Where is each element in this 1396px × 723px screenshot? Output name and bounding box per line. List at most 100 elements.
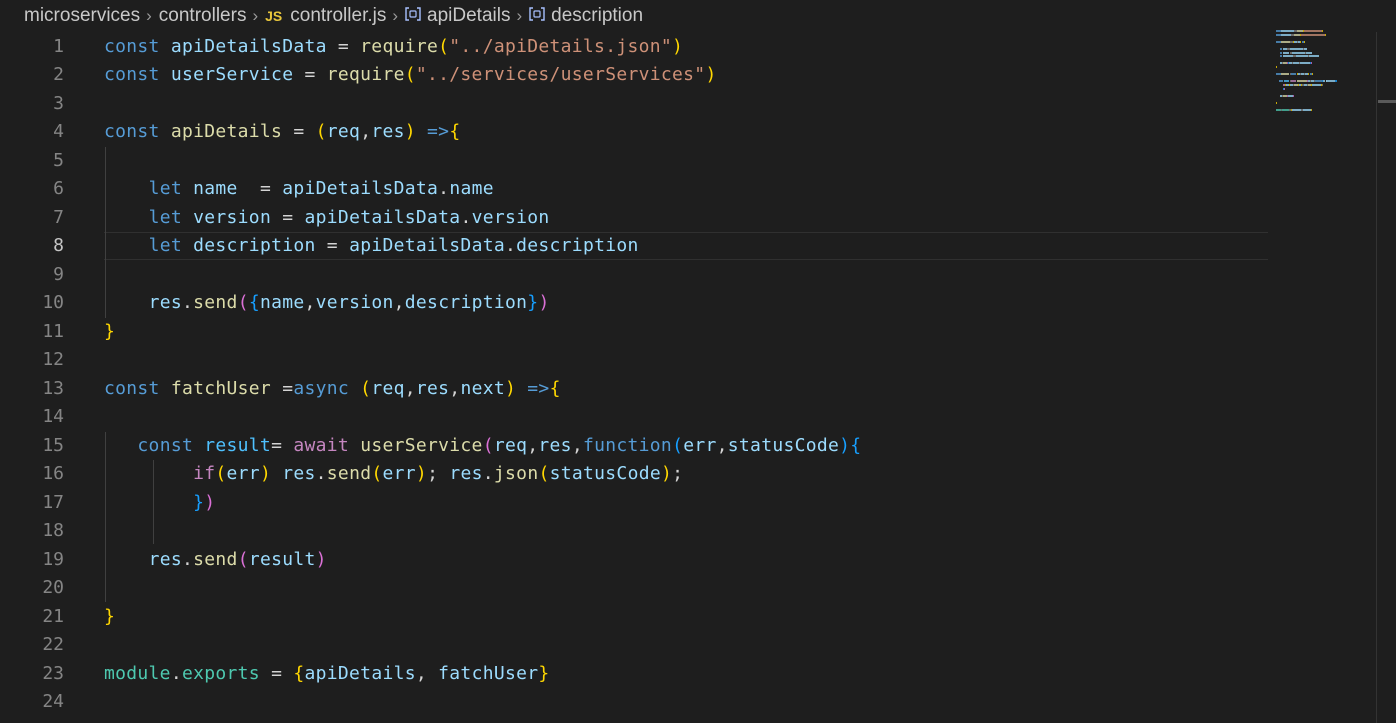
minimap-token	[1276, 33, 1281, 36]
variable-symbol-icon	[529, 7, 545, 25]
minimap-token	[1281, 40, 1291, 43]
code-text: let version = apiDetailsData.version	[104, 207, 550, 228]
minimap-token	[1312, 84, 1321, 86]
code-token: json	[493, 463, 539, 485]
code-token: next	[460, 377, 505, 399]
code-line[interactable]: 10 res.send({name,version,description})	[0, 289, 1268, 318]
code-line[interactable]: 13 const fatchUser =async (req,res,next) …	[0, 374, 1268, 403]
code-line[interactable]: 21}	[0, 602, 1268, 631]
code-line[interactable]: 24	[0, 688, 1268, 717]
scrollbar-thumb[interactable]	[1378, 100, 1396, 103]
line-number: 10	[42, 292, 64, 314]
breadcrumb-item-controllers[interactable]: controllers	[159, 5, 247, 27]
code-token: apiDetailsData	[349, 235, 505, 257]
code-line[interactable]: 2 const userService = require("../service…	[0, 61, 1268, 90]
code-line[interactable]: 17 })	[0, 488, 1268, 517]
minimap-token	[1326, 80, 1336, 83]
code-token: ;	[672, 463, 684, 485]
code-token: userService	[360, 434, 483, 456]
breadcrumb-item-controller-js[interactable]: JS controller.js	[265, 5, 386, 27]
breadcrumb-item-apidetails[interactable]: apiDetails	[405, 5, 510, 27]
code-token: version	[315, 292, 394, 314]
minimap[interactable]	[1272, 28, 1362, 128]
line-number: 20	[42, 577, 64, 599]
breadcrumb-item-microservices[interactable]: microservices	[24, 5, 140, 27]
minimap-token	[1292, 51, 1305, 54]
code-token: (	[438, 35, 450, 57]
code-line[interactable]: 1 const apiDetailsData = require("../apiD…	[0, 32, 1268, 61]
code-text: })	[104, 492, 215, 513]
code-editor[interactable]: 1 const apiDetailsData = require("../apiD…	[0, 32, 1268, 723]
code-token: res	[148, 548, 182, 570]
minimap-token	[1279, 51, 1283, 54]
breadcrumb-item-description[interactable]: description	[529, 5, 643, 27]
code-line[interactable]: 23 module.exports = {apiDetails, fatchUse…	[0, 659, 1268, 688]
code-token: "../apiDetails.json"	[449, 35, 673, 57]
code-token: ;	[427, 463, 450, 485]
line-number: 5	[53, 149, 64, 171]
line-number: 3	[53, 92, 64, 114]
code-token: fatchUser	[170, 377, 272, 399]
code-line[interactable]: 20	[0, 574, 1268, 603]
minimap-token	[1311, 109, 1313, 112]
minimap-token	[1301, 33, 1325, 36]
code-line[interactable]: 19 res.send(result)	[0, 545, 1268, 574]
code-token: async	[293, 377, 350, 399]
code-line[interactable]: 16 if(err) res.send(err); res.json(statu…	[0, 460, 1268, 489]
code-token: (	[538, 463, 550, 485]
code-token: res	[148, 292, 182, 314]
line-number: 11	[42, 320, 64, 342]
minimap-token	[1281, 73, 1290, 76]
code-token: send	[193, 292, 238, 314]
code-text: const fatchUser =async (req,res,next) =>…	[104, 378, 561, 399]
code-token: )	[415, 463, 428, 485]
variable-symbol-icon	[405, 7, 421, 25]
code-token: err	[683, 434, 717, 456]
code-line[interactable]: 12	[0, 346, 1268, 375]
code-line[interactable]: 9	[0, 260, 1268, 289]
code-line[interactable]: 15 const result= await userService(req,r…	[0, 431, 1268, 460]
code-line[interactable]: 5	[0, 146, 1268, 175]
code-token: {	[850, 434, 862, 456]
code-token: )	[204, 491, 216, 513]
code-line[interactable]: 4 const apiDetails = (req,res) =>{	[0, 118, 1268, 147]
line-number: 17	[42, 491, 64, 513]
code-line[interactable]: 22	[0, 631, 1268, 660]
code-line[interactable]: 8 let description = apiDetailsData.descr…	[0, 231, 1268, 261]
code-text: }	[104, 606, 115, 627]
code-token: res	[282, 463, 316, 485]
chevron-right-icon: ›	[252, 6, 259, 25]
code-line[interactable]: 6 let name = apiDetailsData.name	[0, 175, 1268, 204]
code-token: (	[482, 434, 494, 456]
code-token: ,	[393, 292, 405, 314]
line-number: 21	[42, 605, 64, 627]
code-token: err	[382, 463, 416, 485]
code-token: =	[271, 206, 305, 228]
code-token: result	[204, 434, 272, 456]
breadcrumb-label: controller.js	[290, 5, 387, 26]
code-line[interactable]: 7 let version = apiDetailsData.version	[0, 203, 1268, 232]
code-token: module	[104, 662, 171, 684]
breadcrumb: microservices › controllers › JS control…	[0, 0, 1396, 32]
line-number: 7	[53, 206, 64, 228]
indent-guide	[105, 432, 106, 602]
minimap-token	[1276, 30, 1281, 32]
code-line[interactable]: 11}	[0, 317, 1268, 346]
code-token: )	[315, 548, 327, 570]
minimap-token	[1290, 48, 1303, 50]
line-number: 13	[42, 377, 64, 399]
code-token: let	[148, 178, 182, 200]
code-line[interactable]: 14	[0, 403, 1268, 432]
code-token: (	[237, 548, 249, 570]
code-token: let	[148, 206, 182, 228]
code-token: =>	[427, 121, 450, 143]
code-token: const	[104, 64, 160, 86]
code-line[interactable]: 3	[0, 89, 1268, 118]
code-line[interactable]: 18	[0, 517, 1268, 546]
code-token: apiDetails	[304, 662, 416, 684]
code-token: )	[259, 463, 272, 485]
